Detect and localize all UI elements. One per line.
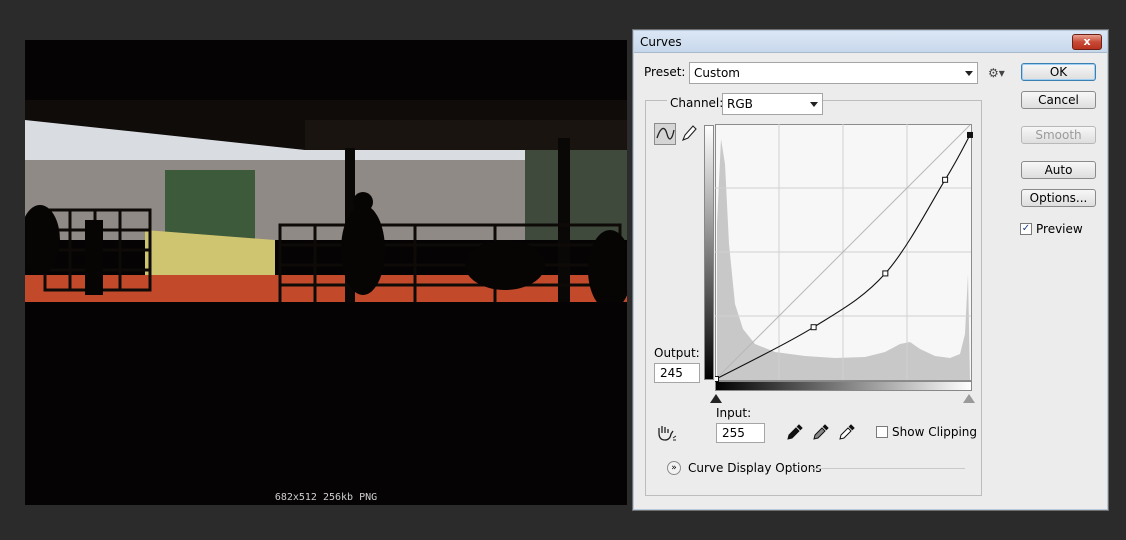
curve-control-point[interactable] xyxy=(810,324,817,331)
photo-canvas xyxy=(25,40,627,505)
options-button[interactable]: Options... xyxy=(1021,189,1096,207)
preview-checkbox[interactable]: ✓ xyxy=(1020,223,1032,235)
curve-graph[interactable] xyxy=(715,124,973,382)
preset-label: Preset: xyxy=(644,65,686,79)
gear-icon[interactable]: ⚙▾ xyxy=(988,66,1005,80)
dialog-titlebar[interactable]: Curves x xyxy=(634,31,1107,53)
input-label: Input: xyxy=(716,406,752,420)
pencil-icon xyxy=(682,125,697,141)
black-point-slider[interactable] xyxy=(710,394,722,403)
output-field[interactable]: 245 xyxy=(654,363,700,383)
show-clipping-checkbox[interactable] xyxy=(876,426,888,438)
input-gradient-bar xyxy=(715,381,972,391)
ok-button[interactable]: OK xyxy=(1021,63,1096,81)
cancel-button[interactable]: Cancel xyxy=(1021,91,1096,109)
close-icon: x xyxy=(1083,35,1091,48)
channel-value: RGB xyxy=(727,97,753,111)
output-gradient-bar xyxy=(704,125,714,380)
curve-tool-icon xyxy=(656,127,675,140)
white-point-slider[interactable] xyxy=(963,394,975,403)
channel-label: Channel: xyxy=(667,96,727,110)
targeted-adjust-hand-icon[interactable] xyxy=(656,424,678,442)
black-eyedropper-icon[interactable] xyxy=(786,423,804,441)
auto-button[interactable]: Auto xyxy=(1021,161,1096,179)
channel-select[interactable]: RGB xyxy=(722,93,823,115)
show-clipping-label: Show Clipping xyxy=(892,425,978,439)
image-viewer: 682x512 256kb PNG xyxy=(25,40,627,505)
gray-eyedropper-icon[interactable] xyxy=(812,423,830,441)
input-field[interactable]: 255 xyxy=(716,423,765,443)
preset-select[interactable]: Custom xyxy=(689,62,978,84)
smooth-button[interactable]: Smooth xyxy=(1021,126,1096,144)
dialog-title: Curves xyxy=(640,35,682,49)
curve-display-options-label[interactable]: Curve Display Options xyxy=(688,461,822,475)
output-label: Output: xyxy=(654,346,700,360)
expand-chevron-icon[interactable]: » xyxy=(667,461,681,475)
preview-label: Preview xyxy=(1036,222,1083,236)
preset-value: Custom xyxy=(694,66,740,80)
curve-control-point[interactable] xyxy=(882,270,889,277)
divider xyxy=(811,468,965,469)
curve-control-point[interactable] xyxy=(967,131,973,138)
chevron-down-icon xyxy=(965,71,973,76)
pencil-tool-button[interactable] xyxy=(679,123,701,145)
chevron-down-icon xyxy=(810,102,818,107)
white-eyedropper-icon[interactable] xyxy=(838,423,856,441)
curve-control-point[interactable] xyxy=(942,176,949,183)
curve-tool-button[interactable] xyxy=(654,123,676,145)
curve-control-point[interactable] xyxy=(715,376,719,382)
preview-check-mark: ✓ xyxy=(1021,223,1031,234)
image-info-caption: 682x512 256kb PNG xyxy=(274,492,378,503)
close-button[interactable]: x xyxy=(1072,34,1102,50)
